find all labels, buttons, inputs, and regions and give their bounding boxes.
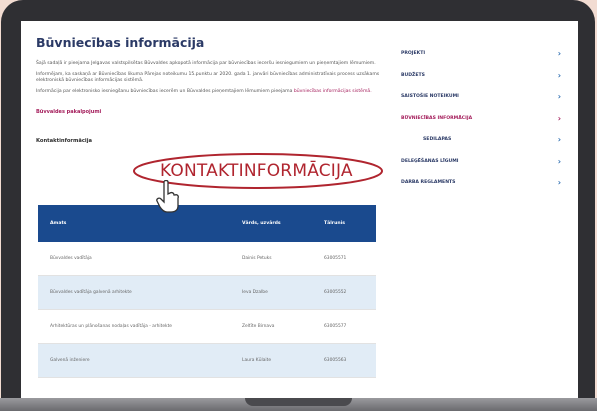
process-paragraph: Informējam, ka saskaņā ar Būvniecības li… <box>36 71 380 84</box>
header-name: Vārds, uzvārds <box>230 205 312 242</box>
cell-phone[interactable]: 63005571 <box>312 242 376 276</box>
cell-position: Būvvaldes vadītāja galvenā arhitekte <box>38 275 230 310</box>
sidebar-item-budzets[interactable]: BUDŽETS › <box>401 70 561 92</box>
cell-name: Dainis Petuks <box>230 242 312 276</box>
cell-position: Būvvaldes vadītāja <box>38 242 230 276</box>
chevron-right-icon: › <box>557 92 561 101</box>
system-link[interactable]: būvniecības informācijas sistēmā. <box>294 89 372 94</box>
sidebar-item-label: SEDILAPAS <box>423 137 452 142</box>
sidebar-item-darba-reglaments[interactable]: DARBA REGLAMENTS › <box>401 177 561 199</box>
sidebar-item-label: SAISTOŠIE NOTEIKUMI <box>401 94 459 99</box>
services-link[interactable]: Būvvaldes pakalpojumi <box>36 109 381 115</box>
cell-position: Arhitektūras un plānošanas nodaļas vadīt… <box>38 309 230 344</box>
system-paragraph-text: Informācija par elektronisko iesniegšanu… <box>36 88 294 94</box>
cell-name: Zeltīte Birnava <box>230 309 312 344</box>
sidebar-item-delegesanas-ligumi[interactable]: DELEĢĒŠANAS LĪGUMI › <box>401 156 561 178</box>
header-position: Amats <box>38 205 230 242</box>
sidebar-item-label: BŪVNIECĪBAS INFORMĀCIJA <box>401 115 473 121</box>
chevron-right-icon: › <box>557 49 561 58</box>
chevron-right-icon: › <box>557 135 561 144</box>
contacts-table: Amats Vārds, uzvārds Tālrunis Būvvaldes … <box>38 205 376 378</box>
chevron-right-icon: › <box>557 70 561 80</box>
cell-name: Laura Kūlaite <box>230 343 312 378</box>
sidebar-item-label: DARBA REGLAMENTS <box>401 180 456 185</box>
sidebar-item-label: PROJEKTI <box>401 51 426 56</box>
laptop-notch <box>245 398 352 406</box>
main-content: Būvniecības informācija Šajā sadaļā ir p… <box>36 35 381 144</box>
intro-paragraph: Šajā sadaļā ir pieejama Jelgavas valstsp… <box>36 61 376 66</box>
browser-screen: Būvniecības informācija Šajā sadaļā ir p… <box>21 21 578 400</box>
annotation-label: KONTAKTINFORMĀCIJA <box>160 161 353 181</box>
sidebar-item-projekti[interactable]: PROJEKTI › <box>401 48 561 70</box>
sidebar-item-label: BUDŽETS <box>401 72 425 78</box>
chevron-right-icon: › <box>557 156 561 166</box>
table-row: Galvenā inženiere Laura Kūlaite 63005563 <box>38 343 376 378</box>
sidebar-item-buvniecibas-informacija[interactable]: BŪVNIECĪBAS INFORMĀCIJA › <box>401 113 561 135</box>
cell-phone[interactable]: 63005563 <box>312 343 376 378</box>
cell-phone[interactable]: 63005577 <box>312 309 376 344</box>
contacts-heading: Kontaktinformācija <box>36 138 92 145</box>
page-title: Būvniecības informācija <box>36 35 205 50</box>
chevron-right-icon: › <box>557 178 561 187</box>
table-row: Būvvaldes vadītāja galvenā arhitekte Iev… <box>38 275 376 310</box>
sidebar-subitem-sedilapas[interactable]: SEDILAPAS › <box>401 134 561 156</box>
table-row: Arhitektūras un plānošanas nodaļas vadīt… <box>38 309 376 344</box>
cell-phone[interactable]: 63005552 <box>312 275 376 310</box>
sidebar-item-saistosie-noteikumi[interactable]: SAISTOŠIE NOTEIKUMI › <box>401 91 561 113</box>
table-header-row: Amats Vārds, uzvārds Tālrunis <box>38 205 376 242</box>
cell-position: Galvenā inženiere <box>38 343 230 378</box>
sidebar-item-label: DELEĢĒŠANAS LĪGUMI <box>401 158 459 164</box>
cell-name: Ieva Dzalbe <box>230 275 312 310</box>
hand-pointer-icon <box>156 180 179 213</box>
laptop-frame: Būvniecības informācija Šajā sadaļā ir p… <box>1 0 595 411</box>
system-paragraph: Informācija par elektronisko iesniegšanu… <box>36 89 381 96</box>
sidebar-nav: PROJEKTI › BUDŽETS › SAISTOŠIE NOTEIKUMI… <box>401 48 561 199</box>
table-row: Būvvaldes vadītāja Dainis Petuks 6300557… <box>38 242 376 276</box>
header-phone: Tālrunis <box>312 205 376 242</box>
chevron-down-icon: › <box>557 113 561 123</box>
